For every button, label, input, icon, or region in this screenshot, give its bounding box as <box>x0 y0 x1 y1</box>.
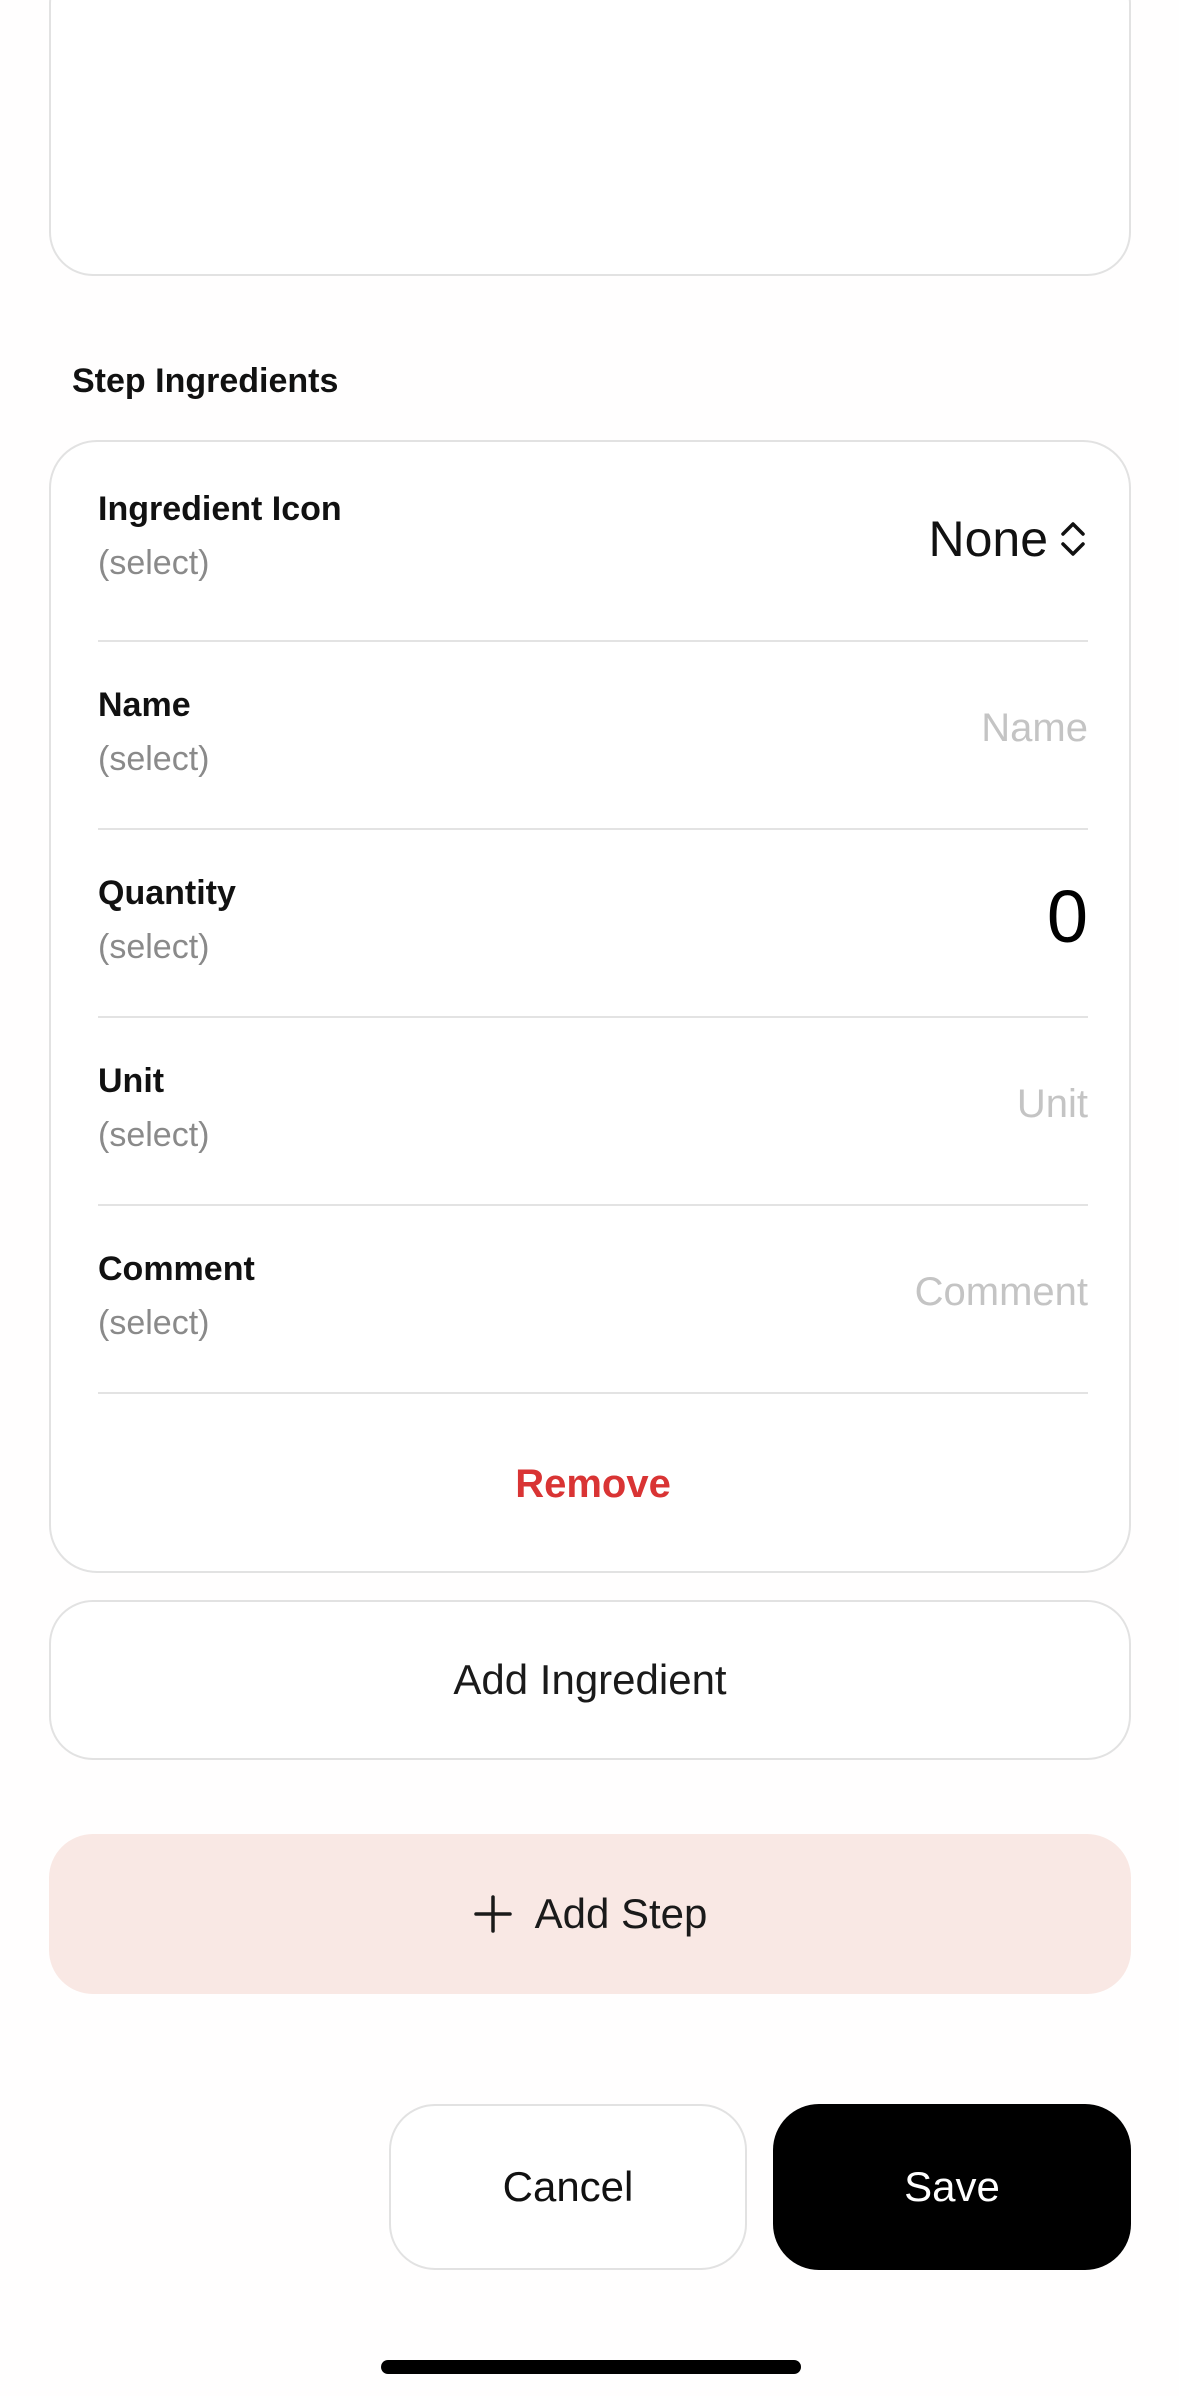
name-row: Name (select) Name <box>98 642 1088 830</box>
ingredient-icon-sub: (select) <box>98 544 210 582</box>
quantity-input[interactable]: 0 <box>1047 874 1088 959</box>
name-label: Name <box>98 686 191 724</box>
ingredient-icon-value: None <box>928 511 1048 567</box>
quantity-sub: (select) <box>98 928 210 966</box>
step-ingredients-title: Step Ingredients <box>72 362 339 400</box>
add-ingredient-button[interactable]: Add Ingredient <box>49 1600 1131 1760</box>
comment-label: Comment <box>98 1250 255 1288</box>
ingredient-icon-label: Ingredient Icon <box>98 490 342 528</box>
ingredient-icon-select[interactable]: None <box>928 510 1088 568</box>
unit-input[interactable]: Unit <box>1017 1082 1088 1127</box>
save-button[interactable]: Save <box>773 2104 1131 2270</box>
step-description-textarea[interactable] <box>49 0 1131 276</box>
ingredient-card: Ingredient Icon (select) None Name (sele… <box>49 440 1131 1573</box>
name-input[interactable]: Name <box>981 706 1088 751</box>
comment-sub: (select) <box>98 1304 210 1342</box>
chevron-up-down-icon <box>1061 522 1085 556</box>
unit-sub: (select) <box>98 1116 210 1154</box>
unit-label: Unit <box>98 1062 165 1100</box>
plus-icon <box>473 1894 513 1934</box>
unit-row: Unit (select) Unit <box>98 1018 1088 1206</box>
quantity-row: Quantity (select) 0 <box>98 830 1088 1018</box>
cancel-button[interactable]: Cancel <box>389 2104 747 2270</box>
add-step-label: Add Step <box>534 1890 708 1937</box>
remove-ingredient-button[interactable]: Remove <box>98 1394 1088 1574</box>
edit-step-screen: Step Ingredients Ingredient Icon (select… <box>0 0 1179 2396</box>
ingredient-icon-row: Ingredient Icon (select) None <box>98 442 1088 642</box>
comment-input[interactable]: Comment <box>915 1270 1088 1315</box>
quantity-label: Quantity <box>98 874 236 912</box>
home-indicator <box>381 2360 801 2374</box>
name-sub: (select) <box>98 740 210 778</box>
add-step-button[interactable]: Add Step <box>49 1834 1131 1994</box>
comment-row: Comment (select) Comment <box>98 1206 1088 1394</box>
